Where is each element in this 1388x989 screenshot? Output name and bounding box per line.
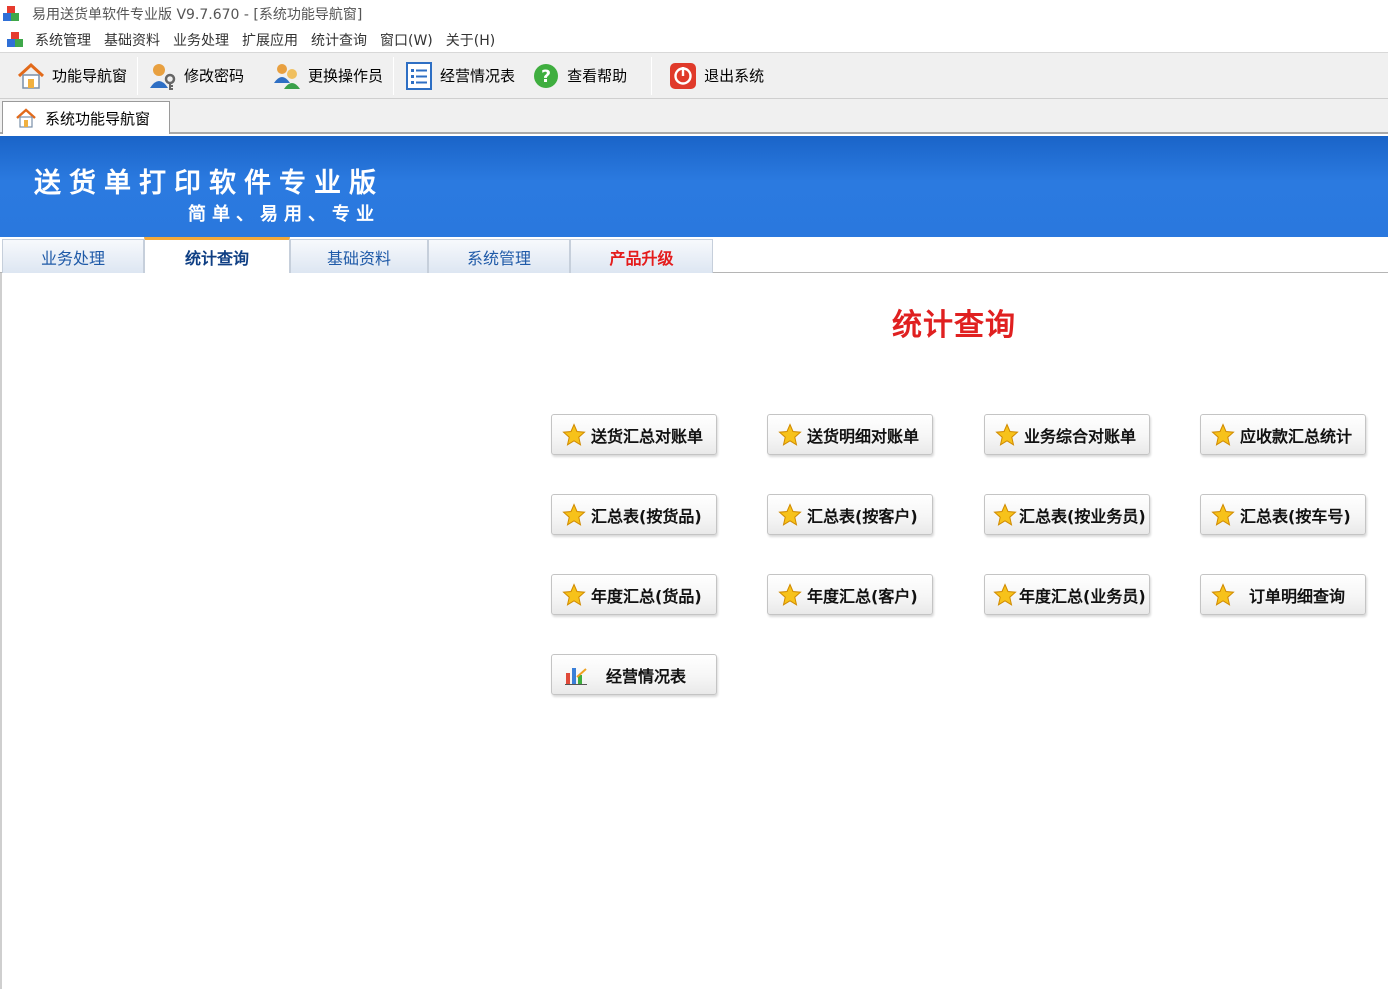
star-icon: [778, 502, 802, 526]
function-label: 汇总表(按车号): [1240, 506, 1351, 526]
toolbar-separator: [651, 56, 653, 95]
summary-by-vehicle-button[interactable]: 汇总表(按车号): [1200, 494, 1366, 535]
menu-extensions[interactable]: 扩展应用: [242, 30, 298, 50]
menu-statistics[interactable]: 统计查询: [311, 30, 367, 50]
toolbar-separator: [137, 56, 139, 95]
function-label: 年度汇总(货品): [591, 586, 702, 606]
banner: 送货单打印软件专业版 简单、易用、专业: [0, 136, 1388, 237]
help-icon: ?: [531, 61, 561, 91]
menu-system-management[interactable]: 系统管理: [35, 30, 91, 50]
annual-summary-goods-button[interactable]: 年度汇总(货品): [551, 574, 717, 615]
tab-statistics[interactable]: 统计查询: [144, 237, 290, 273]
switch-user-label: 更换操作员: [308, 67, 384, 85]
home-icon: [16, 61, 46, 91]
change-password-label: 修改密码: [184, 67, 245, 85]
function-label: 汇总表(按货品): [591, 506, 702, 526]
switch-user-button[interactable]: 更换操作员: [264, 57, 391, 95]
star-icon: [1211, 422, 1235, 446]
title-bar: 易用送货单软件专业版 V9.7.670 - [系统功能导航窗]: [0, 0, 1388, 27]
bar-chart-icon: [565, 667, 587, 685]
summary-by-salesperson-button[interactable]: 汇总表(按业务员): [984, 494, 1150, 535]
star-icon: [1211, 582, 1235, 606]
change-password-button[interactable]: 修改密码: [140, 57, 252, 95]
toolbar-separator: [393, 56, 395, 95]
star-icon: [778, 422, 802, 446]
star-icon: [562, 502, 586, 526]
summary-by-goods-button[interactable]: 汇总表(按货品): [551, 494, 717, 535]
tab-system-management[interactable]: 系统管理: [428, 239, 570, 273]
section-title: 统计查询: [892, 308, 1016, 343]
exit-label: 退出系统: [704, 67, 765, 85]
menu-window[interactable]: 窗口(W): [380, 30, 433, 50]
toolbar: 功能导航窗 修改密码 更换操作员 经营情况表 ? 查看帮助 退出系统: [0, 53, 1388, 99]
nav-window-button[interactable]: 功能导航窗: [8, 57, 135, 95]
tab-product-upgrade[interactable]: 产品升级: [570, 239, 713, 273]
help-button[interactable]: ? 查看帮助: [523, 57, 635, 95]
menu-basic-data[interactable]: 基础资料: [104, 30, 160, 50]
business-report-label: 经营情况表: [440, 67, 516, 85]
function-label: 订单明细查询: [1249, 586, 1346, 606]
doc-tab-label: 系统功能导航窗: [45, 109, 151, 128]
receivables-summary-button[interactable]: 应收款汇总统计: [1200, 414, 1366, 455]
list-report-icon: [404, 61, 434, 91]
banner-title: 送货单打印软件专业版: [34, 168, 384, 199]
window-title: 易用送货单软件专业版 V9.7.670 - [系统功能导航窗]: [32, 6, 363, 23]
delivery-detail-statement-button[interactable]: 送货明细对账单: [767, 414, 933, 455]
star-icon: [778, 582, 802, 606]
annual-summary-customer-button[interactable]: 年度汇总(客户): [767, 574, 933, 615]
function-label: 应收款汇总统计: [1240, 426, 1353, 446]
star-icon: [995, 422, 1019, 446]
business-integrated-statement-button[interactable]: 业务综合对账单: [984, 414, 1150, 455]
star-icon: [1211, 502, 1235, 526]
summary-by-customer-button[interactable]: 汇总表(按客户): [767, 494, 933, 535]
menu-bar: 系统管理 基础资料 业务处理 扩展应用 统计查询 窗口(W) 关于(H): [0, 27, 1388, 53]
annual-summary-salesperson-button[interactable]: 年度汇总(业务员): [984, 574, 1150, 615]
svg-text:?: ?: [541, 67, 551, 87]
app-icon: [2, 5, 20, 23]
tab-business[interactable]: 业务处理: [2, 239, 144, 273]
business-report-function-button[interactable]: 经营情况表: [551, 654, 717, 695]
function-label: 业务综合对账单: [1024, 426, 1137, 446]
delivery-summary-statement-button[interactable]: 送货汇总对账单: [551, 414, 717, 455]
star-icon: [993, 502, 1017, 526]
star-icon: [562, 422, 586, 446]
help-label: 查看帮助: [567, 67, 628, 85]
function-tabs: 业务处理 统计查询 基础资料 系统管理 产品升级: [0, 237, 1388, 273]
exit-button[interactable]: 退出系统: [660, 57, 772, 95]
function-label: 年度汇总(业务员): [1019, 586, 1146, 606]
user-key-icon: [148, 61, 178, 91]
function-label: 经营情况表: [606, 666, 687, 686]
star-icon: [562, 582, 586, 606]
function-label: 送货汇总对账单: [591, 426, 704, 446]
order-detail-query-button[interactable]: 订单明细查询: [1200, 574, 1366, 615]
power-icon: [668, 61, 698, 91]
home-icon: [15, 107, 37, 129]
tab-basic-data[interactable]: 基础资料: [290, 239, 428, 273]
menu-business[interactable]: 业务处理: [173, 30, 229, 50]
menu-about[interactable]: 关于(H): [446, 30, 495, 50]
nav-window-label: 功能导航窗: [52, 67, 128, 85]
function-label: 年度汇总(客户): [807, 586, 918, 606]
banner-subtitle: 简单、易用、专业: [188, 204, 380, 225]
switch-users-icon: [272, 61, 302, 91]
doc-tab-nav-window[interactable]: 系统功能导航窗: [2, 101, 170, 134]
business-report-button[interactable]: 经营情况表: [396, 57, 523, 95]
function-label: 汇总表(按客户): [807, 506, 918, 526]
star-icon: [993, 582, 1017, 606]
document-tab-strip: 系统功能导航窗: [0, 99, 1388, 134]
function-label: 送货明细对账单: [807, 426, 920, 446]
content-panel: 统计查询 送货汇总对账单 送货明细对账单 业务综合对账单 应收款汇总统计 汇总表…: [0, 273, 1388, 989]
app-menu-icon[interactable]: [6, 31, 24, 49]
function-label: 汇总表(按业务员): [1019, 506, 1146, 526]
